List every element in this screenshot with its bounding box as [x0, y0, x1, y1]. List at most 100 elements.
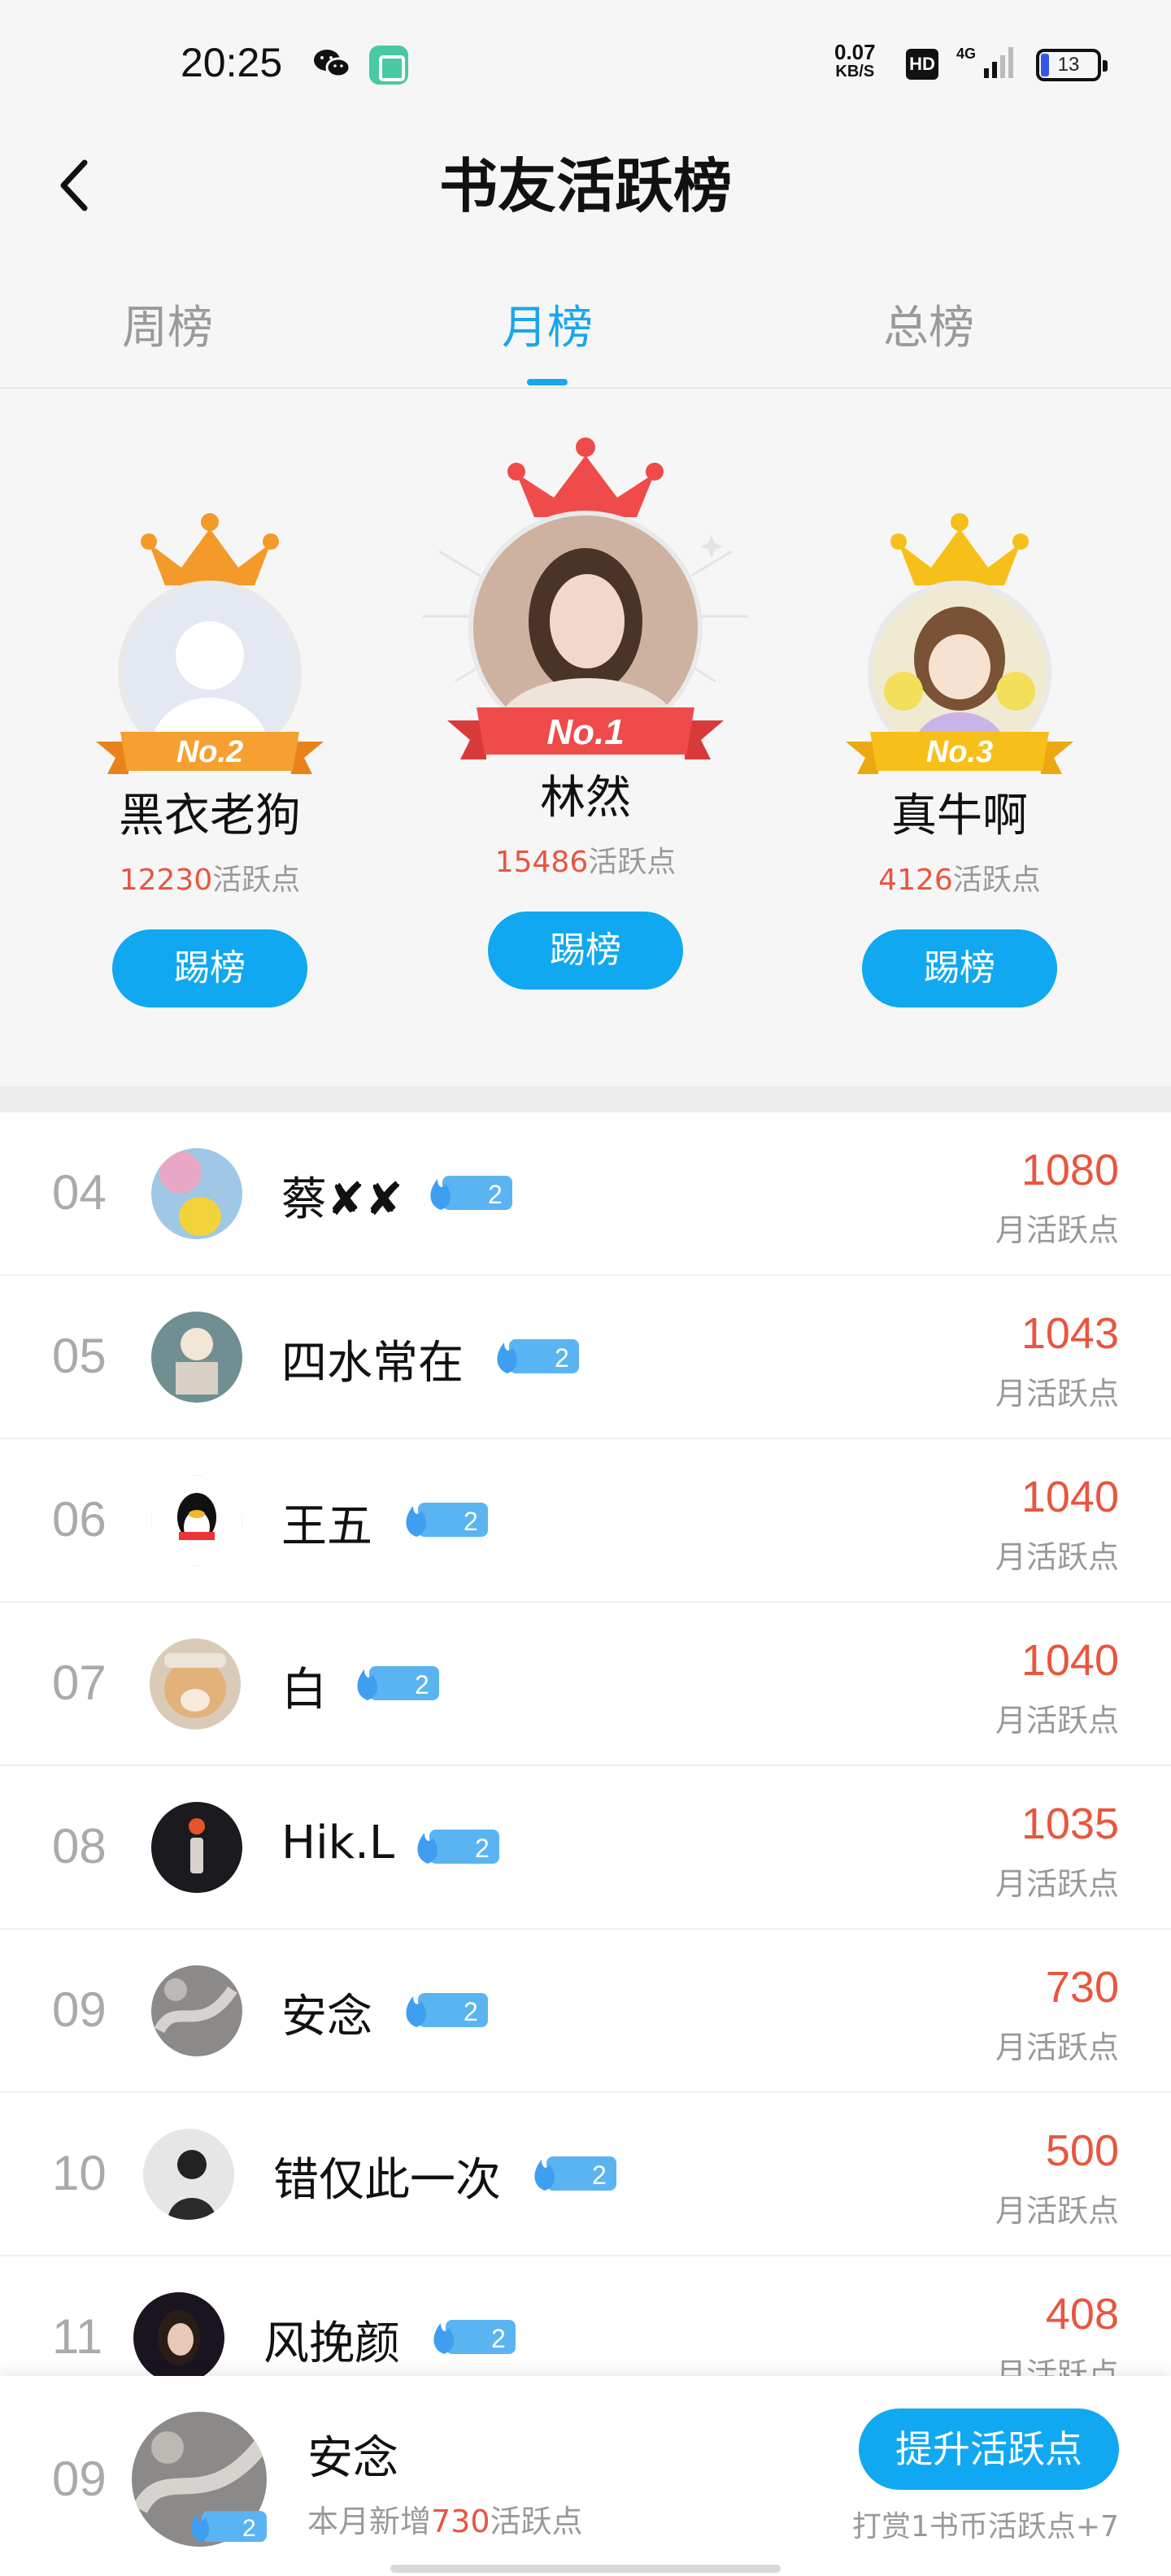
rank-number: 06: [52, 1492, 107, 1547]
list-item[interactable]: 08 Hik.L 2 1035 月活跃点: [0, 1766, 1171, 1930]
score-unit: 月活跃点: [995, 2030, 1119, 2065]
score-value: 1043: [1021, 1309, 1119, 1358]
list-item[interactable]: 04 蔡✘✘ 2 1080 月活跃点: [0, 1112, 1171, 1276]
user-name: Hik.L: [281, 1817, 395, 1869]
rank-number: 11: [52, 2309, 103, 2364]
podium-third[interactable]: No.3 真牛啊 4126活跃点 踢榜: [846, 511, 1073, 1007]
signal-icon: 4G: [956, 46, 1013, 78]
my-rank-number: 09: [52, 2452, 107, 2506]
user-name: 四水常在: [281, 1337, 464, 1390]
avatar: [133, 2292, 224, 2376]
avatar: [143, 2129, 234, 2220]
tab-total[interactable]: 总榜: [807, 291, 1051, 357]
hd-icon: HD: [906, 49, 938, 80]
list-item[interactable]: 05 四水常在 2 1043 月活跃点: [0, 1276, 1171, 1439]
network-speed: 0.07 KB/S: [834, 40, 876, 80]
avatar: [151, 1475, 242, 1566]
score-unit: 月活跃点: [995, 1376, 1119, 1412]
crown-icon: [890, 513, 1029, 585]
avatar: [151, 1965, 242, 2056]
avatar: [151, 1148, 242, 1239]
svg-text:2: 2: [464, 1997, 478, 2026]
level-badge: 2: [497, 1339, 579, 1373]
my-rank-bar: 09 2 安念 本月新增730活跃点 提升活跃点 打赏1书币活跃点+7: [0, 2376, 1171, 2576]
section-divider: [0, 1086, 1171, 1112]
podium: No.2 黑衣老狗 12230活跃点 踢榜 No.1 林然 15486活跃点 踢…: [0, 389, 1171, 1086]
score-unit: 月活跃点: [995, 2356, 1119, 2376]
svg-text:2: 2: [415, 1670, 429, 1699]
svg-text:4G: 4G: [956, 46, 976, 62]
podium-points: 15486活跃点: [494, 846, 677, 879]
level-badge: 2: [190, 2511, 267, 2542]
level-badge: 2: [534, 2156, 616, 2191]
wechat-icon: [314, 50, 351, 78]
crown-icon: [507, 437, 664, 517]
my-name: 安念: [307, 2432, 398, 2485]
level-badge: 2: [433, 2320, 516, 2354]
user-name: 风挽颜: [263, 2317, 400, 2370]
svg-text:2: 2: [242, 2515, 256, 2542]
page-title: 书友活跃榜: [438, 152, 732, 220]
list-item[interactable]: 11 风挽颜 2 408 月活跃点: [0, 2256, 1171, 2376]
score-unit: 月活跃点: [995, 1539, 1119, 1575]
avatar: [151, 1802, 242, 1893]
tab-indicator: [527, 379, 568, 385]
level-badge: 2: [406, 1503, 488, 1537]
user-name: 错仅此一次: [273, 2154, 501, 2207]
score-value: 408: [1045, 2290, 1119, 2339]
tab-weekly[interactable]: 周榜: [46, 291, 289, 357]
level-badge: 2: [357, 1666, 439, 1700]
avatar: [150, 1638, 241, 1730]
tab-monthly[interactable]: 月榜: [425, 291, 669, 357]
rank-number: 07: [52, 1656, 107, 1710]
svg-text:2: 2: [475, 1834, 490, 1863]
podium-name: 林然: [540, 772, 631, 825]
battery-icon: 13: [1036, 49, 1108, 81]
kick-button[interactable]: 踢榜: [862, 929, 1057, 1007]
score-unit: 月活跃点: [995, 2193, 1119, 2229]
level-badge: 2: [406, 1993, 488, 2027]
header: 书友活跃榜: [0, 130, 1171, 260]
list-item[interactable]: 09 安念 2 730 月活跃点: [0, 1930, 1171, 2093]
boost-activity-button[interactable]: 提升活跃点: [859, 2408, 1119, 2490]
avatar: [151, 1312, 242, 1403]
svg-text:2: 2: [488, 1180, 503, 1209]
list-item[interactable]: 07 白 2 1040 月活跃点: [0, 1603, 1171, 1766]
rank-number: 08: [52, 1819, 107, 1873]
rank-number: 05: [52, 1329, 107, 1383]
app-notification-icon: [369, 46, 408, 85]
user-name: 蔡✘✘: [281, 1173, 403, 1226]
svg-text:2: 2: [555, 1343, 569, 1373]
kick-button[interactable]: 踢榜: [488, 912, 683, 990]
rank-number: 10: [52, 2146, 107, 2200]
rank-number: 04: [52, 1165, 107, 1220]
podium-second[interactable]: No.2 黑衣老狗 12230活跃点 踢榜: [96, 511, 324, 1007]
status-time: 20:25: [181, 40, 283, 85]
list-item[interactable]: 10 错仅此一次 2 500 月活跃点: [0, 2093, 1171, 2256]
list-item[interactable]: 06 王五 2 1040 月活跃点: [0, 1439, 1171, 1603]
status-bar: 20:25 0.07 KB/S HD 4G 13: [0, 0, 1171, 130]
podium-points: 12230活跃点: [119, 864, 301, 897]
score-unit: 月活跃点: [995, 1703, 1119, 1738]
kick-button[interactable]: 踢榜: [112, 929, 307, 1007]
podium-first[interactable]: No.1 林然 15486活跃点 踢榜: [447, 436, 724, 990]
user-name: 白: [281, 1664, 327, 1717]
rank-number: 09: [52, 1982, 107, 2037]
score-unit: 月活跃点: [995, 1212, 1119, 1248]
crown-icon: [141, 513, 279, 585]
score-value: 1040: [1021, 1636, 1119, 1685]
user-name: 安念: [281, 1991, 372, 2043]
score-value: 1040: [1021, 1473, 1119, 1521]
rank-list: 04 蔡✘✘ 2 1080 月活跃点 05 四水常在 2 1043 月活跃点 0…: [0, 1112, 1171, 2376]
score-value: 730: [1045, 1963, 1119, 2012]
svg-text:2: 2: [464, 1507, 478, 1536]
level-badge: 2: [417, 1830, 499, 1864]
svg-text:2: 2: [491, 2324, 506, 2353]
user-name: 王五: [281, 1500, 372, 1553]
boost-hint: 打赏1书币活跃点+7: [852, 2510, 1119, 2543]
svg-text:2: 2: [592, 2160, 607, 2190]
podium-name: 黑衣老狗: [119, 790, 301, 842]
score-value: 500: [1045, 2126, 1119, 2175]
home-indicator[interactable]: [390, 2565, 781, 2573]
podium-name: 真牛啊: [891, 790, 1028, 842]
